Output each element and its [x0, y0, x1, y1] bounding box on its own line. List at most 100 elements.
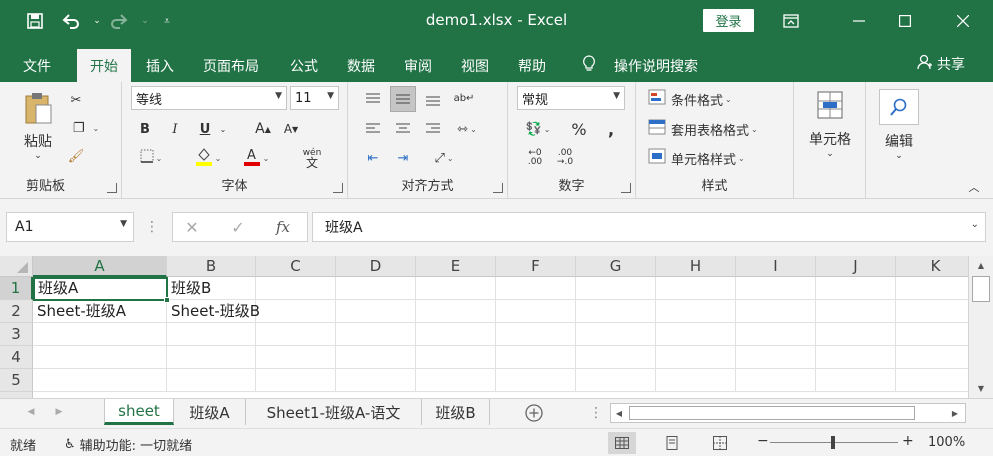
increase-indent-icon[interactable]: ⇥: [392, 147, 414, 169]
tab-formulas[interactable]: 公式: [280, 49, 328, 82]
cell-c2[interactable]: [256, 300, 336, 323]
tab-help[interactable]: 帮助: [508, 49, 556, 82]
number-launcher-icon[interactable]: [621, 183, 631, 193]
tell-me-search[interactable]: 操作说明搜索: [572, 49, 708, 82]
conditional-formatting-button[interactable]: 条件格式 ⌄: [648, 88, 732, 110]
increase-font-size-button[interactable]: A ▲: [252, 118, 274, 140]
column-header-f[interactable]: F: [496, 256, 576, 277]
column-header-c[interactable]: C: [256, 256, 336, 277]
tab-review[interactable]: 审阅: [394, 49, 442, 82]
chevron-down-icon[interactable]: ▼: [120, 219, 127, 229]
collapse-ribbon-icon[interactable]: ︿: [966, 180, 982, 194]
number-format-select[interactable]: 常规 ▼: [517, 86, 625, 110]
page-layout-view-icon[interactable]: [658, 432, 686, 454]
cell-j1[interactable]: [816, 277, 896, 300]
cell-g4[interactable]: [576, 346, 656, 369]
cell-f2[interactable]: [496, 300, 576, 323]
cell-b1[interactable]: 班级B: [167, 277, 256, 300]
cell-k5[interactable]: [896, 369, 968, 392]
tab-data[interactable]: 数据: [337, 49, 385, 82]
editing-button[interactable]: 编辑 ⌄: [872, 86, 926, 164]
wrap-text-icon[interactable]: ab↵: [452, 86, 476, 110]
scroll-thumb[interactable]: [972, 276, 990, 302]
tab-splitter-icon[interactable]: ⋮: [589, 403, 603, 423]
cell-h1[interactable]: [656, 277, 736, 300]
save-icon[interactable]: [22, 8, 48, 34]
cell-i4[interactable]: [736, 346, 816, 369]
cell-c3[interactable]: [256, 323, 336, 346]
cell-g5[interactable]: [576, 369, 656, 392]
bold-button[interactable]: B: [134, 118, 156, 140]
align-right-icon[interactable]: [422, 118, 444, 140]
alignment-launcher-icon[interactable]: [493, 183, 503, 193]
horizontal-scroll-thumb[interactable]: [629, 406, 915, 420]
maximize-button[interactable]: [882, 0, 928, 42]
cell-h4[interactable]: [656, 346, 736, 369]
decrease-font-size-button[interactable]: A ▼: [280, 118, 302, 140]
undo-icon[interactable]: [58, 8, 84, 34]
merge-center-button[interactable]: ⇿ ⌄: [450, 118, 484, 140]
cell-k4[interactable]: [896, 346, 968, 369]
borders-button[interactable]: ⌄: [134, 147, 168, 169]
cell-h5[interactable]: [656, 369, 736, 392]
font-color-button[interactable]: A ⌄: [236, 145, 276, 171]
cell-a1[interactable]: 班级A: [33, 277, 168, 301]
cell-e4[interactable]: [416, 346, 496, 369]
bottom-align-icon[interactable]: [422, 88, 444, 110]
comma-style-button[interactable]: ,: [600, 118, 622, 140]
cell-j4[interactable]: [816, 346, 896, 369]
cut-icon[interactable]: ✂: [66, 90, 86, 110]
phonetic-guide-button[interactable]: wén 文: [292, 145, 332, 171]
cell-b3[interactable]: [167, 323, 256, 346]
decrease-indent-icon[interactable]: ⇤: [362, 147, 384, 169]
tab-page-layout[interactable]: 页面布局: [193, 49, 269, 82]
font-name-select[interactable]: 等线 ▼: [131, 86, 287, 110]
cell-h3[interactable]: [656, 323, 736, 346]
cell-k2[interactable]: [896, 300, 968, 323]
middle-align-icon[interactable]: [390, 86, 416, 112]
align-left-icon[interactable]: [362, 118, 384, 140]
format-as-table-button[interactable]: 套用表格格式 ⌄: [648, 118, 758, 140]
clipboard-launcher-icon[interactable]: [107, 183, 117, 193]
column-header-j[interactable]: J: [816, 256, 896, 277]
accessibility-status[interactable]: ♿ 辅助功能: 一切就绪: [64, 435, 192, 454]
orientation-button[interactable]: ⤢ ⌄: [424, 147, 464, 169]
new-sheet-icon[interactable]: [522, 401, 546, 425]
cell-e1[interactable]: [416, 277, 496, 300]
row-header-5[interactable]: 5: [0, 369, 33, 392]
column-header-g[interactable]: G: [576, 256, 656, 277]
zoom-out-button[interactable]: −: [757, 433, 769, 449]
sheet-tab-sheet1-class-a-chinese[interactable]: Sheet1-班级A-语文: [246, 399, 422, 425]
cell-j2[interactable]: [816, 300, 896, 323]
italic-button[interactable]: I: [164, 118, 186, 140]
tab-home[interactable]: 开始: [77, 49, 131, 82]
format-painter-icon[interactable]: 🖌: [66, 146, 86, 166]
cell-c1[interactable]: [256, 277, 336, 300]
insert-function-button[interactable]: fx: [271, 216, 295, 238]
minimize-button[interactable]: [836, 0, 882, 42]
login-button[interactable]: 登录: [703, 9, 754, 32]
cell-c4[interactable]: [256, 346, 336, 369]
cell-f5[interactable]: [496, 369, 576, 392]
cell-i5[interactable]: [736, 369, 816, 392]
cell-a5[interactable]: [33, 369, 167, 392]
select-all-button[interactable]: [0, 256, 33, 277]
cell-i2[interactable]: [736, 300, 816, 323]
scroll-down-icon[interactable]: ▼: [972, 381, 990, 395]
cell-i3[interactable]: [736, 323, 816, 346]
cell-a3[interactable]: [33, 323, 167, 346]
column-header-a[interactable]: A: [33, 256, 167, 277]
cell-g3[interactable]: [576, 323, 656, 346]
accounting-format-button[interactable]: 💱 ⌄: [520, 118, 556, 140]
cell-f1[interactable]: [496, 277, 576, 300]
cell-a2[interactable]: Sheet-班级A: [33, 300, 167, 323]
cell-g2[interactable]: [576, 300, 656, 323]
font-size-select[interactable]: 11 ▼: [290, 86, 339, 110]
font-launcher-icon[interactable]: [333, 183, 343, 193]
increase-decimal-icon[interactable]: ←0.00: [522, 147, 548, 169]
cell-d1[interactable]: [336, 277, 416, 300]
cell-styles-button[interactable]: 单元格样式 ⌄: [648, 147, 745, 169]
name-box[interactable]: A1 ▼: [6, 212, 134, 242]
copy-button[interactable]: ❐ ⌄: [66, 118, 106, 138]
close-button[interactable]: [940, 0, 986, 42]
